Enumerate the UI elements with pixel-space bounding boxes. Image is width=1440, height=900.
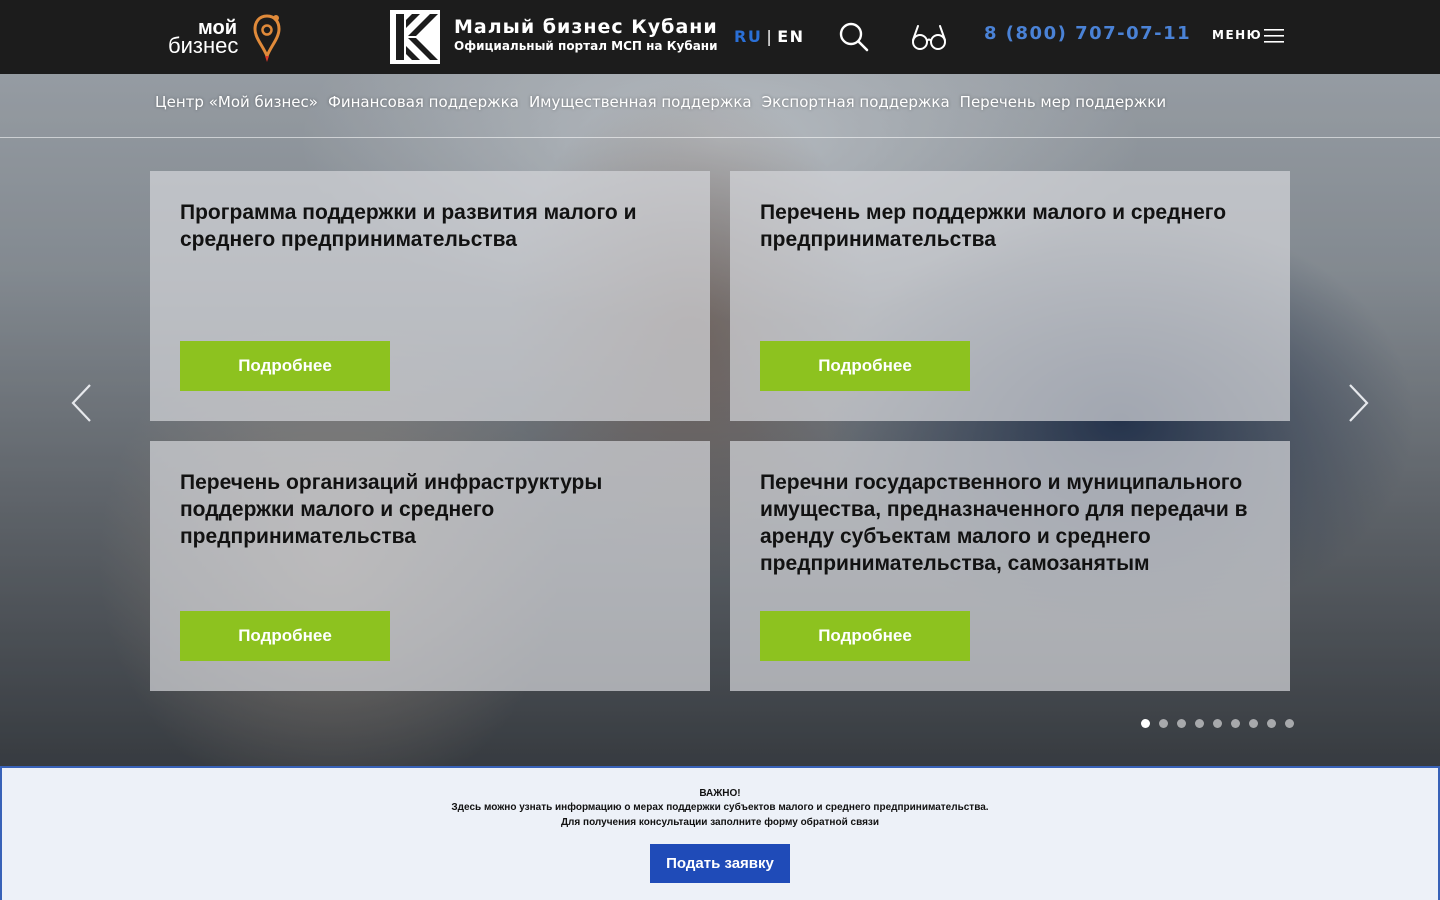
slider-dot[interactable] — [1231, 719, 1240, 728]
search-icon[interactable] — [838, 21, 870, 53]
slider-next-arrow-icon[interactable] — [1344, 382, 1372, 424]
support-card: Перечень организаций инфраструктуры подд… — [150, 441, 710, 691]
nav-item-moy-biznes-center[interactable]: Центр «Мой бизнес» — [155, 93, 318, 111]
menu-button[interactable]: МЕНЮ — [1212, 28, 1284, 43]
sub-navigation: Центр «Мой бизнес» Финансовая поддержка … — [0, 74, 1440, 138]
card-title: Перечень организаций инфраструктуры подд… — [180, 471, 603, 548]
details-button[interactable]: Подробнее — [760, 341, 970, 391]
language-switcher: RU | EN — [734, 27, 805, 46]
submit-application-button[interactable]: Подать заявку — [650, 844, 790, 883]
slider-dot[interactable] — [1213, 719, 1222, 728]
support-card: Программа поддержки и развития малого и … — [150, 171, 710, 421]
notice-text: Здесь можно узнать информацию о мерах по… — [451, 802, 989, 813]
details-button[interactable]: Подробнее — [760, 611, 970, 661]
glasses-icon[interactable] — [910, 22, 948, 52]
hamburger-icon — [1264, 29, 1284, 43]
slider-pagination — [1141, 719, 1303, 728]
slider-prev-arrow-icon[interactable] — [68, 382, 96, 424]
details-button[interactable]: Подробнее — [180, 611, 390, 661]
slider-dot[interactable] — [1249, 719, 1258, 728]
notice-text-secondary: Для получения консультации заполните фор… — [560, 817, 880, 828]
nav-item-financial-support[interactable]: Финансовая поддержка — [328, 93, 519, 111]
slider-dot[interactable] — [1195, 719, 1204, 728]
brand-title[interactable]: Малый бизнес Кубани — [454, 16, 718, 38]
card-title: Программа поддержки и развития малого и … — [180, 201, 637, 251]
support-card: Перечень мер поддержки малого и среднего… — [730, 171, 1290, 421]
slider-dot[interactable] — [1159, 719, 1168, 728]
slider-dot[interactable] — [1141, 719, 1150, 728]
kuban-k-logo-icon[interactable] — [390, 10, 440, 64]
site-header: мой бизнес Малый бизнес Кубани Официальн… — [0, 0, 1440, 74]
menu-label: МЕНЮ — [1212, 28, 1263, 42]
important-notice-banner: ВАЖНО! Здесь можно узнать информацию о м… — [0, 766, 1440, 900]
slider-dot[interactable] — [1267, 719, 1276, 728]
location-pin-icon — [253, 14, 281, 62]
moy-biznes-logo[interactable]: мой бизнес — [168, 12, 288, 64]
notice-heading: ВАЖНО! — [699, 788, 741, 799]
lang-separator: | — [766, 27, 774, 46]
details-button[interactable]: Подробнее — [180, 341, 390, 391]
nav-item-export-support[interactable]: Экспортная поддержка — [762, 93, 950, 111]
logo-text-line2: бизнес — [168, 33, 239, 58]
card-title: Перечень мер поддержки малого и среднего… — [760, 201, 1227, 251]
slider-dot[interactable] — [1177, 719, 1186, 728]
lang-en-link[interactable]: EN — [777, 27, 804, 46]
nav-item-support-measures-list[interactable]: Перечень мер поддержки — [960, 93, 1166, 111]
slider-dot[interactable] — [1285, 719, 1294, 728]
phone-link[interactable]: 8 (800) 707-07-11 — [984, 23, 1191, 44]
nav-item-property-support[interactable]: Имущественная поддержка — [529, 93, 752, 111]
support-card: Перечни государственного и муниципальног… — [730, 441, 1290, 691]
card-title: Перечни государственного и муниципальног… — [760, 471, 1248, 575]
brand-subtitle: Официальный портал МСП на Кубани — [454, 39, 718, 53]
lang-ru-link[interactable]: RU — [734, 27, 762, 46]
